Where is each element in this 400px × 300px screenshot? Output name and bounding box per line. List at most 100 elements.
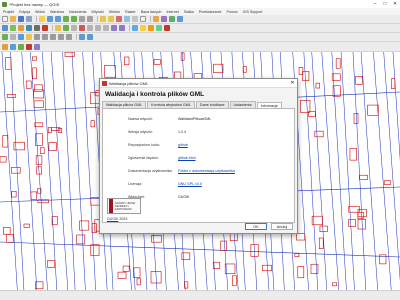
zoom-in-icon[interactable]: [47, 16, 53, 22]
save-as-icon[interactable]: [26, 16, 32, 22]
plugin-tool-icon[interactable]: [34, 43, 40, 50]
menu-wektor[interactable]: Wektor: [109, 10, 120, 14]
scale-icon[interactable]: [42, 34, 48, 40]
building-outline: [318, 237, 324, 249]
topology-icon[interactable]: [10, 34, 16, 40]
attribute-table-icon[interactable]: [124, 16, 130, 22]
menu-przetwarzanie[interactable]: Przetwarzanie: [199, 10, 222, 14]
locator-icon[interactable]: [87, 34, 93, 40]
menu-raster[interactable]: Raster: [125, 10, 136, 14]
tab-kontrola-atrybutow[interactable]: Kontrola atrybutów GML: [147, 101, 195, 108]
menu-widok[interactable]: Widok: [35, 10, 45, 14]
qgis-logo-icon: [2, 1, 7, 7]
tab-dane-zrodlowe[interactable]: Dane źródłowe: [195, 101, 229, 108]
pan-icon[interactable]: [39, 16, 45, 22]
delete-selected-icon[interactable]: [79, 25, 85, 31]
paste-features-icon[interactable]: [103, 25, 109, 31]
info-label: Wersja wtyczki:: [128, 130, 153, 134]
style-manager-icon[interactable]: [140, 25, 146, 31]
zoom-full-icon[interactable]: [63, 16, 69, 22]
add-wfs-icon[interactable]: [42, 25, 48, 31]
menu-gis-support[interactable]: GIS Support: [243, 10, 263, 14]
add-polygon-icon[interactable]: [63, 25, 69, 31]
gml-validator-icon[interactable]: [164, 25, 170, 31]
close-icon[interactable]: ✕: [390, 1, 400, 7]
refresh-icon[interactable]: [169, 16, 175, 22]
cut-features-icon[interactable]: [87, 25, 93, 31]
redo-icon[interactable]: [119, 25, 125, 31]
advanced-digitize-icon[interactable]: [26, 34, 32, 40]
measure-icon[interactable]: [132, 16, 138, 22]
add-raster-icon[interactable]: [10, 25, 16, 31]
menu-internet[interactable]: Internet: [167, 10, 179, 14]
processing-toolbox-icon[interactable]: [156, 25, 162, 31]
documentation-link[interactable]: Folder z dokumentacją użytkownika: [178, 169, 235, 173]
map-tips-icon[interactable]: [153, 16, 159, 22]
gugik-link[interactable]: GUGiK: [107, 217, 118, 221]
add-delimited-icon[interactable]: [18, 25, 24, 31]
menu-baza-danych[interactable]: Baza danych: [141, 10, 162, 14]
building-outline: [32, 56, 37, 61]
cancel-button[interactable]: Anuluj: [271, 223, 293, 230]
annotation-icon[interactable]: [140, 16, 146, 22]
tab-walidacja[interactable]: Walidacja plików GML: [102, 101, 147, 108]
building-outline: [76, 234, 86, 245]
vertex-tool-icon[interactable]: [71, 25, 77, 31]
rotate-icon[interactable]: [34, 34, 40, 40]
add-postgis-icon[interactable]: [26, 25, 32, 31]
info-value: 1.2.4: [178, 130, 186, 134]
menu-edycja[interactable]: Edycja: [19, 10, 30, 14]
menu-wtyczki[interactable]: Wtyczki: [91, 10, 103, 14]
zoom-out-icon[interactable]: [55, 16, 61, 22]
undo-icon[interactable]: [111, 25, 117, 31]
add-vector-icon[interactable]: [2, 25, 8, 31]
python-console-icon[interactable]: [148, 25, 154, 31]
merge-icon[interactable]: [66, 34, 72, 40]
plugin-tool-icon[interactable]: [18, 43, 24, 50]
parcel-boundary: [62, 52, 76, 290]
new-project-icon[interactable]: [2, 16, 8, 22]
split-icon[interactable]: [58, 34, 64, 40]
bookmark-icon[interactable]: [161, 16, 167, 22]
maximize-icon[interactable]: □: [380, 1, 390, 7]
dialog-heading: Walidacja i kontrola plików GML: [105, 91, 205, 98]
select-icon[interactable]: [108, 16, 114, 22]
repository-link[interactable]: github: [178, 143, 188, 147]
save-project-icon[interactable]: [18, 16, 24, 22]
building-outline: [319, 225, 328, 233]
bug-report-link[interactable]: github.html: [178, 156, 196, 160]
offset-icon[interactable]: [50, 34, 56, 40]
parcel-boundary: [360, 52, 378, 290]
menu-pomoc[interactable]: Pomoc: [226, 10, 237, 14]
trace-icon[interactable]: [18, 34, 24, 40]
add-wms-icon[interactable]: [34, 25, 40, 31]
close-icon[interactable]: ✕: [288, 80, 297, 86]
plugin-tool-icon[interactable]: [10, 43, 16, 50]
ok-button[interactable]: OK: [245, 223, 267, 230]
menu-ustawienia[interactable]: Ustawienia: [69, 10, 87, 14]
open-project-icon[interactable]: [10, 16, 16, 22]
new-map-view-icon[interactable]: [177, 16, 183, 22]
menu-projekt[interactable]: Projekt: [3, 10, 14, 14]
search-icon[interactable]: [79, 34, 85, 40]
menu-warstwa[interactable]: Warstwa: [50, 10, 64, 14]
deselect-icon[interactable]: [116, 16, 122, 22]
license-link[interactable]: GNU GPL v3.0: [178, 182, 202, 186]
label-tool-icon[interactable]: [132, 25, 138, 31]
plugin-tool-icon[interactable]: [2, 43, 8, 50]
edit-pencil-icon[interactable]: [55, 25, 61, 31]
tab-ustawienia[interactable]: Ustawienia: [229, 101, 256, 108]
minimize-icon[interactable]: –: [370, 1, 380, 7]
menu-siatka[interactable]: Siatka: [184, 10, 194, 14]
info-label: Licencja:: [128, 182, 143, 186]
identify-icon[interactable]: [100, 16, 106, 22]
snap-icon[interactable]: [2, 34, 8, 40]
toolbar-separator: [150, 16, 151, 22]
zoom-next-icon[interactable]: [87, 16, 93, 22]
copy-features-icon[interactable]: [95, 25, 101, 31]
dialog-buttons: OK Anuluj: [241, 223, 293, 230]
plugin-tool-icon[interactable]: [26, 43, 32, 50]
zoom-last-icon[interactable]: [79, 16, 85, 22]
zoom-layer-icon[interactable]: [71, 16, 77, 22]
building-outline: [33, 100, 44, 108]
